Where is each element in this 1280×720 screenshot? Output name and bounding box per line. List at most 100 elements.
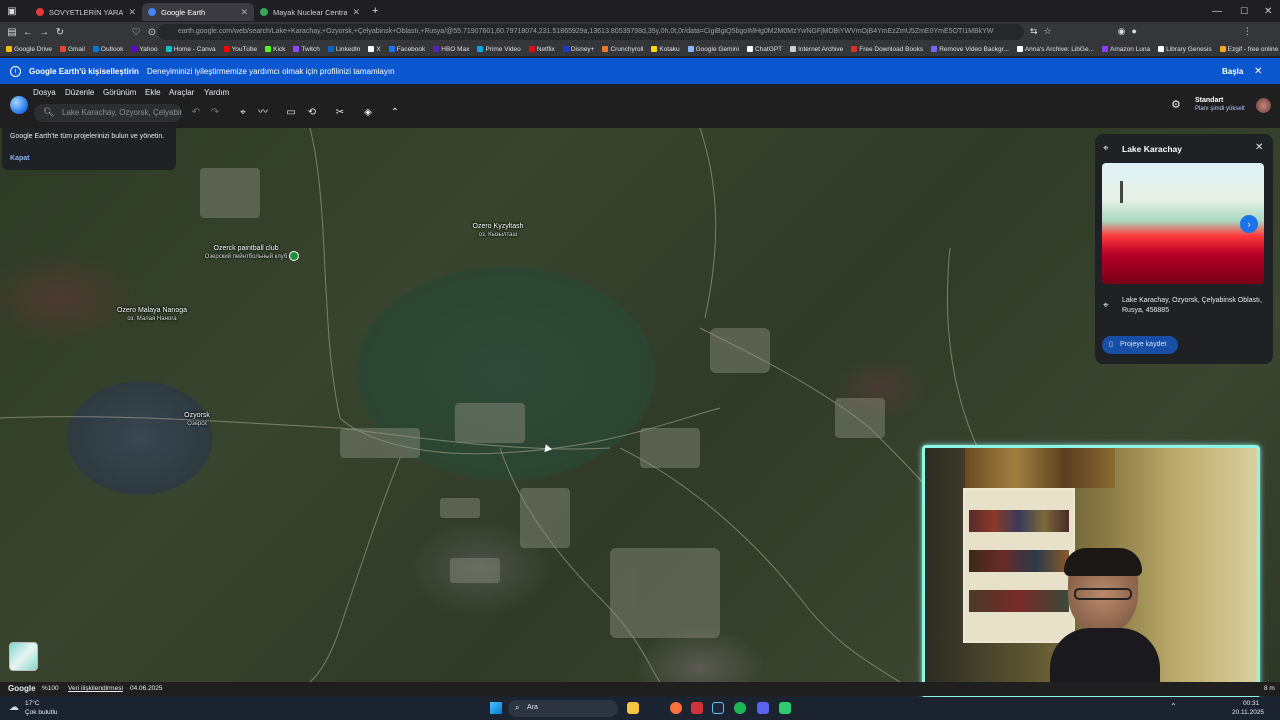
menu-dots-icon[interactable]: ⋮ xyxy=(1243,26,1258,36)
avatar[interactable] xyxy=(1256,98,1271,113)
map-label[interactable]: Ozero Kyzyltash оз. Кызылташ xyxy=(448,222,548,240)
browser-tab[interactable]: SOVYETLERİN YARATTIĞI DÜNYA ✕ xyxy=(30,3,142,21)
tab-close-icon[interactable]: ✕ xyxy=(352,7,360,18)
chevron-up-icon[interactable]: ⌃ xyxy=(388,106,402,120)
sidebar-toggle-icon[interactable]: ▤ xyxy=(4,27,20,38)
settings-gear-icon[interactable]: ⚙ xyxy=(1171,98,1181,111)
steam-icon[interactable] xyxy=(712,702,724,714)
back-icon[interactable]: ← xyxy=(20,27,36,38)
capture-icon[interactable]: ✂ xyxy=(333,106,347,120)
new-tab-button[interactable]: + xyxy=(372,5,378,17)
bookmark-item[interactable]: Kick xyxy=(265,46,285,53)
path-icon[interactable]: 〰 xyxy=(256,106,270,120)
bookmark-item[interactable]: YouTube xyxy=(223,46,257,53)
tab-favicon-icon xyxy=(260,8,268,16)
bookmark-item[interactable]: Remove Video Backgr... xyxy=(931,46,1009,53)
historical-imagery-icon[interactable]: ⟲ xyxy=(305,106,319,120)
bookmark-item[interactable]: X xyxy=(368,46,381,53)
save-to-project-button[interactable]: ▯ Projeye kaydet xyxy=(1102,336,1178,354)
bookmark-item[interactable]: Netflix xyxy=(528,46,555,53)
tab-actions-icon[interactable]: ▣ xyxy=(4,6,20,17)
tray-chevron-icon[interactable]: ⌃ xyxy=(1170,702,1177,711)
notice-start-button[interactable]: Başla xyxy=(1222,67,1243,76)
bookmark-label: Disney+ xyxy=(570,45,595,53)
bookmark-item[interactable]: LinkedIn xyxy=(327,45,361,53)
tab-close-icon[interactable]: ✕ xyxy=(240,7,248,18)
redo-icon[interactable]: ↷ xyxy=(208,106,222,120)
bookmark-item[interactable]: Amazon Luna xyxy=(1101,46,1150,53)
bookmark-item[interactable]: HBO Max xyxy=(433,46,469,53)
menu-item[interactable]: Ekle xyxy=(145,88,161,97)
bookmark-item[interactable]: Outlook xyxy=(92,46,123,53)
bookmark-item[interactable]: Google Gemini xyxy=(687,46,739,53)
bookmark-label: Remove Video Backgr... xyxy=(939,45,1009,53)
menu-item[interactable]: Araçlar xyxy=(169,88,194,97)
taskbar-search-input[interactable]: ⌕ Ara xyxy=(508,700,618,717)
map-label[interactable]: Ozero Malaya Nanoga оз. Малая Наноrа xyxy=(102,306,202,324)
menu-item[interactable]: Yardım xyxy=(204,88,229,97)
bookmark-item[interactable]: Disney+ xyxy=(562,45,595,53)
browser-tab[interactable]: Google Earth ✕ xyxy=(142,3,254,21)
extension-icon[interactable]: ◉ xyxy=(1118,26,1132,36)
tooltip-close-button[interactable]: Kapat xyxy=(10,155,29,162)
close-icon[interactable]: ✕ xyxy=(1254,66,1262,77)
office-icon[interactable] xyxy=(691,702,703,714)
start-icon[interactable] xyxy=(490,702,502,714)
bookmark-item[interactable]: Gmail xyxy=(59,46,85,53)
ruler-icon[interactable]: ▭ xyxy=(284,106,298,120)
upgrade-link[interactable]: Planı şimdi yükselt xyxy=(1195,106,1245,112)
minimize-icon[interactable]: — xyxy=(1212,6,1222,17)
bookmark-item[interactable]: Crunchyroll xyxy=(602,46,643,53)
home-icon[interactable]: ♡ xyxy=(128,27,144,38)
layers-icon[interactable]: ◈ xyxy=(361,106,375,120)
paintball-pin-icon[interactable] xyxy=(289,251,299,261)
bookmark-item[interactable]: Internet Archive xyxy=(790,46,843,53)
bookmark-item[interactable]: Kotaku xyxy=(651,46,680,53)
bookmark-item[interactable]: Ezgif - free online ani... xyxy=(1219,46,1280,53)
map-label[interactable]: Ozyorsk Озерск xyxy=(147,411,247,429)
file-explorer-icon[interactable] xyxy=(627,702,639,714)
placemark-icon[interactable]: ⌖ xyxy=(236,106,250,120)
data-attribution-link[interactable]: Veri ilişkilendirmesi xyxy=(68,685,123,692)
bookmark-item[interactable]: Library Genesis xyxy=(1158,46,1212,53)
reload-icon[interactable]: ↻ xyxy=(52,27,68,38)
forward-icon[interactable]: → xyxy=(36,27,52,38)
bookmark-item[interactable]: Anna's Archive: LibGe... xyxy=(1016,46,1094,53)
bookmark-item[interactable]: Twitch xyxy=(293,46,320,53)
bookmark-label: LinkedIn xyxy=(335,45,361,53)
bookmark-star-icon[interactable]: ☆ xyxy=(1044,26,1058,36)
browser-tab[interactable]: Mayak Nuclear Central - Googl ✕ xyxy=(254,3,366,21)
bookmark-item[interactable]: Facebook xyxy=(388,46,425,53)
url-field[interactable]: earth.google.com/web/search/Lake+Karacha… xyxy=(158,24,1024,40)
bookmark-item[interactable]: Free Download Books xyxy=(851,46,923,53)
panel-close-icon[interactable]: ✕ xyxy=(1255,142,1263,153)
bookmark-item[interactable]: Google Drive xyxy=(6,46,52,53)
bookmark-item[interactable]: Home - Canva xyxy=(165,46,216,53)
bookmark-item[interactable]: Prime Video xyxy=(477,46,521,53)
profile-icon[interactable]: ● xyxy=(1131,26,1142,36)
menu-item[interactable]: Dosya xyxy=(33,88,56,97)
clock-time[interactable]: 00:31 xyxy=(1243,700,1259,707)
tab-close-icon[interactable]: ✕ xyxy=(128,7,136,18)
maximize-icon[interactable]: ☐ xyxy=(1240,6,1248,17)
menu-item[interactable]: Görünüm xyxy=(103,88,136,97)
search-input[interactable]: Lake Karachay, Ozyorsk, Çelyabinsk xyxy=(34,104,182,122)
clock-date[interactable]: 20.11.2025 xyxy=(1232,709,1264,716)
map-label[interactable]: Ozerck paintball club Озерский пейнтбольн… xyxy=(196,244,296,262)
firefox-icon[interactable] xyxy=(670,702,682,714)
discord-icon[interactable] xyxy=(757,702,769,714)
person xyxy=(1050,548,1160,695)
layer-thumbnail[interactable] xyxy=(9,642,38,671)
earth-logo-icon[interactable] xyxy=(10,96,28,114)
translate-icon[interactable]: ⇆ xyxy=(1030,26,1044,36)
spotify-icon[interactable] xyxy=(734,702,746,714)
window-close-icon[interactable]: ✕ xyxy=(1264,6,1272,17)
undo-icon[interactable]: ↶ xyxy=(189,106,203,120)
bookmark-favicon-icon xyxy=(651,46,658,52)
bookmark-item[interactable]: ChatGPT xyxy=(746,46,782,53)
photo-next-icon[interactable]: › xyxy=(1240,215,1258,233)
menu-item[interactable]: Düzenle xyxy=(65,88,94,97)
place-photo[interactable]: › xyxy=(1102,163,1264,284)
app-icon[interactable] xyxy=(779,702,791,714)
bookmark-item[interactable]: Yahoo xyxy=(131,46,158,53)
